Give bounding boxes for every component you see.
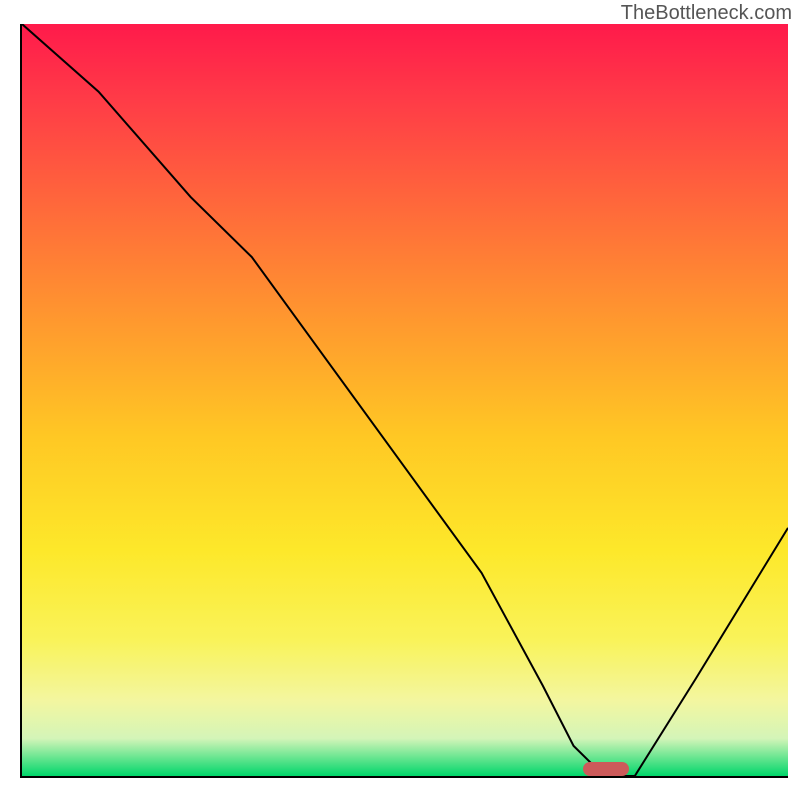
bottleneck-chart: TheBottleneck.com (0, 0, 800, 800)
curve-svg (22, 24, 788, 776)
curve-path (22, 24, 788, 776)
plot-area (20, 24, 788, 778)
optimal-marker (583, 762, 629, 776)
watermark-text: TheBottleneck.com (621, 2, 792, 25)
